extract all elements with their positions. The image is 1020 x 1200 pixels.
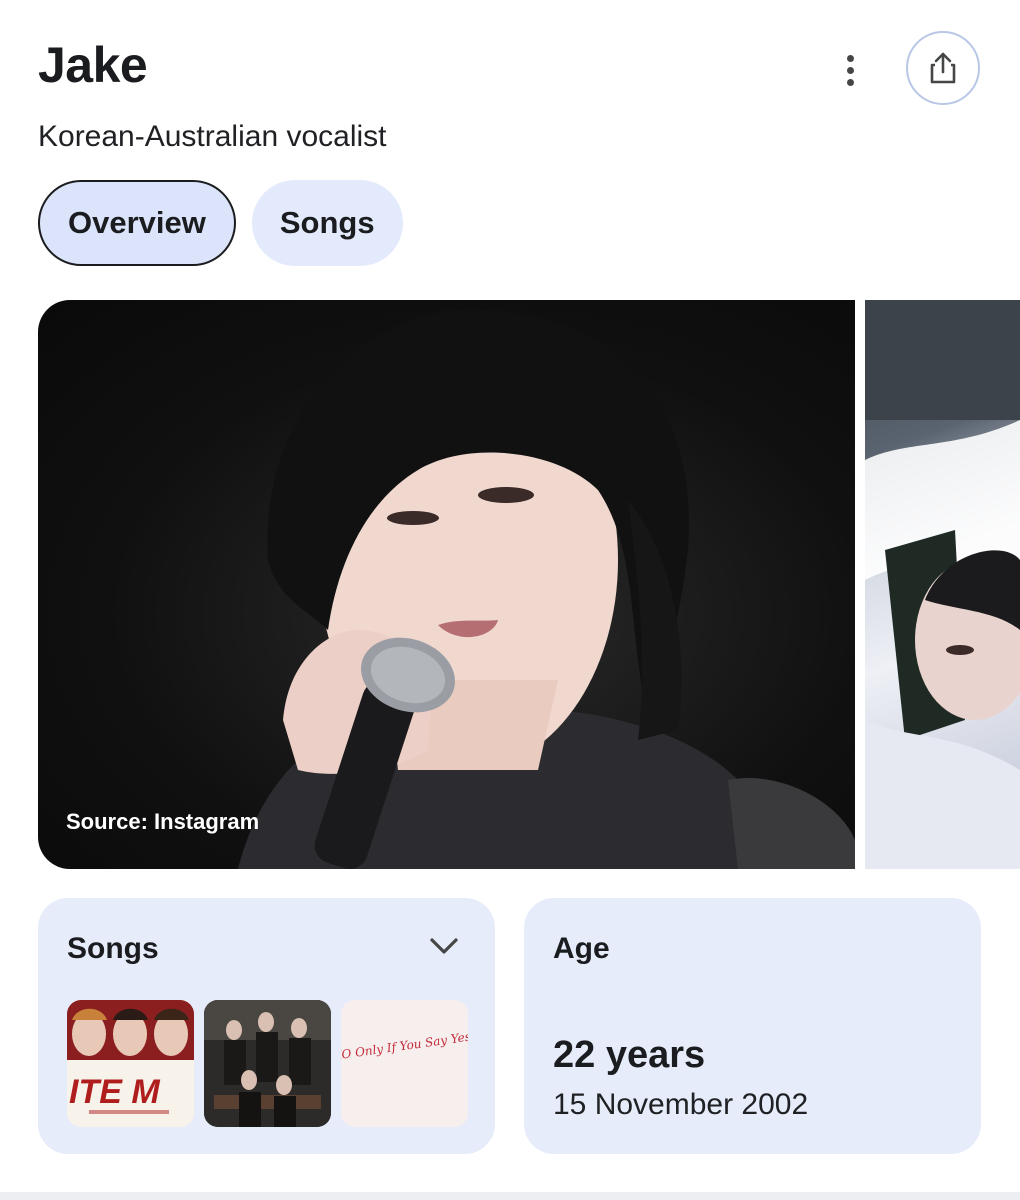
song-thumbnail[interactable]: XO Only If You Say Yes [341, 1000, 468, 1127]
main-photo[interactable]: Source: Instagram [38, 300, 855, 869]
songs-card[interactable]: Songs ITE M XO Only If You Say Yes [38, 898, 495, 1154]
songs-card-title: Songs [67, 932, 159, 965]
song-thumbnail[interactable] [204, 1000, 331, 1127]
image-source-label: Source: Instagram [66, 809, 260, 834]
share-button[interactable] [906, 31, 980, 105]
tab-overview[interactable]: Overview [38, 180, 236, 266]
next-photo-illustration [865, 300, 1020, 869]
next-photo[interactable] [865, 300, 1020, 869]
age-value: 22 years [553, 1034, 706, 1076]
more-options-button[interactable] [830, 48, 870, 92]
tab-bar: Overview Songs [38, 180, 403, 266]
more-vert-icon [846, 54, 854, 62]
bottom-divider [0, 1192, 1020, 1200]
tab-songs[interactable]: Songs [251, 180, 403, 266]
age-card-title: Age [553, 932, 610, 965]
album-art-illustration [204, 1000, 331, 1127]
album-art-illustration: ITE M [67, 1000, 194, 1127]
birth-date: 15 November 2002 [553, 1088, 809, 1121]
age-card[interactable]: Age 22 years 15 November 2002 [524, 898, 981, 1154]
song-thumbnails: ITE M XO Only If You Say Yes [67, 1000, 468, 1127]
share-icon [930, 52, 956, 84]
singer-photo-illustration [238, 309, 855, 869]
entity-title: Jake [38, 37, 148, 93]
chevron-down-icon[interactable] [429, 936, 459, 956]
song-thumbnail[interactable]: ITE M [67, 1000, 194, 1127]
album-art-text: ITE M [69, 1073, 160, 1111]
album-art-illustration: XO Only If You Say Yes [341, 1000, 468, 1127]
entity-subtitle: Korean-Australian vocalist [38, 120, 387, 153]
